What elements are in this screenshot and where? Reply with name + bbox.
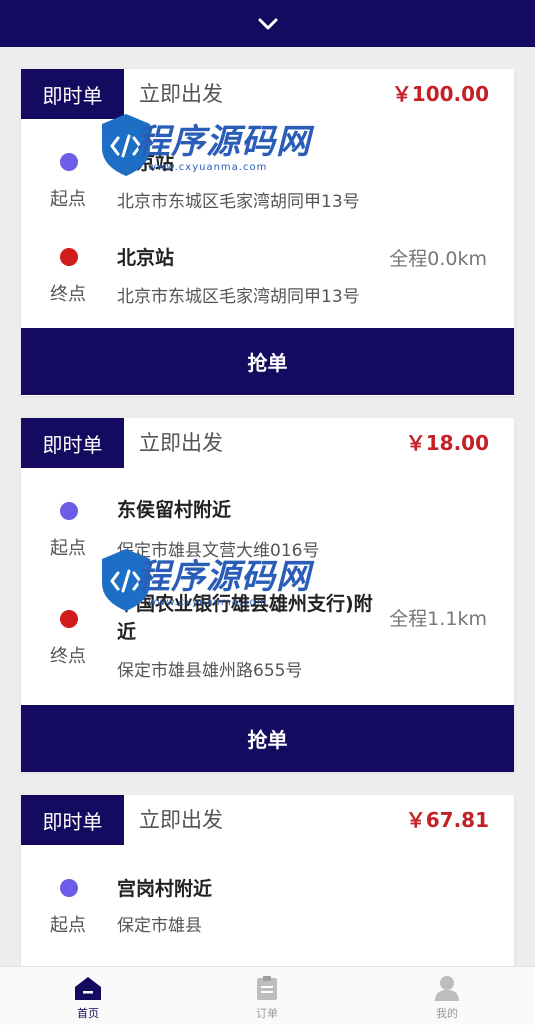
order-price: ￥100.00 [391,82,489,106]
trip-distance: 全程0.0km [389,248,487,270]
tab-mine-label: 我的 [436,1007,458,1020]
start-label: 起点 [50,915,86,936]
home-icon [58,975,118,1001]
order-header: 即时单 立即出发 ￥67.81 [21,795,514,845]
depart-time: 立即出发 [139,431,223,455]
order-type-tag: 即时单 [21,418,124,468]
grab-order-button[interactable]: 抢单 [21,705,514,772]
top-bar [0,0,535,47]
start-dot-icon [60,879,78,897]
order-header: 即时单 立即出发 ￥100.00 [21,69,514,119]
user-icon [417,975,477,1001]
end-address: 北京市东城区毛家湾胡同甲13号 [117,287,360,307]
order-card: 即时单 立即出发 ￥18.00 起点 东侯留村附近 保定市雄县文营大维016号 … [21,418,514,772]
order-card: 即时单 立即出发 ￥100.00 起点 北京站 北京市东城区毛家湾胡同甲13号 … [21,69,514,396]
order-price: ￥67.81 [405,808,489,832]
trip-distance: 全程1.1km [389,608,487,630]
order-header: 即时单 立即出发 ￥18.00 [21,418,514,468]
end-name: 中国农业银行雄县雄州支行)附近 [117,593,373,643]
order-card: 即时单 立即出发 ￥67.81 起点 宫岗村附近 保定市雄县 [21,795,514,970]
order-price: ￥18.00 [405,431,489,455]
clipboard-icon [237,975,297,1001]
start-address: 北京市东城区毛家湾胡同甲13号 [117,192,360,212]
tab-mine[interactable]: 我的 [417,967,477,1025]
start-label: 起点 [50,189,86,210]
start-address: 保定市雄县 [117,916,202,936]
start-dot-icon [60,502,78,520]
end-address: 保定市雄县雄州路655号 [117,661,303,681]
end-dot-icon [60,248,78,266]
start-address: 保定市雄县文营大维016号 [117,541,320,561]
start-dot-icon [60,153,78,171]
end-label: 终点 [50,284,86,305]
end-name: 北京站 [117,247,175,269]
grab-order-button[interactable]: 抢单 [21,328,514,395]
start-name: 北京站 [117,152,175,174]
order-type-tag: 即时单 [21,69,124,119]
depart-time: 立即出发 [139,82,223,106]
tab-home-label: 首页 [77,1007,99,1020]
order-type-tag: 即时单 [21,795,124,845]
tab-home[interactable]: 首页 [58,967,118,1025]
tab-orders[interactable]: 订单 [237,967,297,1025]
start-name: 宫岗村附近 [117,878,213,900]
chevron-down-icon[interactable] [257,17,279,31]
depart-time: 立即出发 [139,808,223,832]
tab-orders-label: 订单 [256,1007,278,1020]
end-label: 终点 [50,646,86,667]
end-dot-icon [60,610,78,628]
start-label: 起点 [50,538,86,559]
start-name: 东侯留村附近 [117,499,232,521]
bottom-tab-bar: 首页 订单 我的 [0,966,535,1025]
